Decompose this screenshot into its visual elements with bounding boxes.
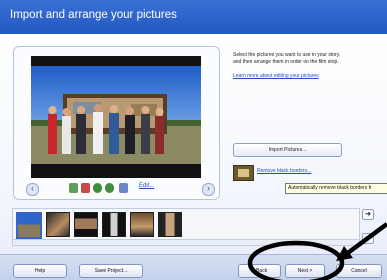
- filmstrip-thumbnail[interactable]: [130, 212, 154, 237]
- back-button[interactable]: < Back: [238, 264, 281, 278]
- picture-preview[interactable]: [31, 56, 201, 178]
- photo-story-wizard: Import and arrange your pictures ‹ Edit.…: [0, 0, 387, 280]
- cancel-button[interactable]: Cancel: [336, 264, 382, 278]
- group-photo-image: [31, 56, 201, 178]
- rotate-left-icon[interactable]: [69, 183, 78, 193]
- arrow-left-icon[interactable]: ←: [362, 233, 374, 244]
- edit-picture-icon[interactable]: [119, 183, 128, 193]
- filmstrip-scrollbar[interactable]: [12, 239, 360, 246]
- next-button[interactable]: Next >: [285, 264, 325, 278]
- help-button[interactable]: Help: [13, 264, 67, 278]
- rotate-clockwise-icon[interactable]: [105, 183, 114, 193]
- chevron-right-icon[interactable]: ›: [202, 183, 215, 196]
- page-title: Import and arrange your pictures: [10, 9, 177, 21]
- edit-link[interactable]: Edit...: [139, 183, 154, 189]
- tooltip: Automatically remove black borders fr: [285, 183, 387, 194]
- picture-frame-icon[interactable]: [233, 165, 254, 181]
- filmstrip-thumbnail[interactable]: [74, 212, 98, 237]
- red-eye-icon[interactable]: [81, 183, 90, 193]
- wizard-header: Import and arrange your pictures: [0, 0, 387, 34]
- filmstrip-thumbnail[interactable]: [16, 212, 42, 239]
- learn-more-link[interactable]: Learn more about editing your pictures: [233, 73, 319, 79]
- arrow-right-icon[interactable]: ➜: [362, 209, 374, 220]
- save-project-button[interactable]: Save Project...: [79, 264, 143, 278]
- filmstrip-thumbnail[interactable]: [46, 212, 70, 237]
- preview-toolbar: ‹ Edit... ›: [14, 181, 218, 197]
- filmstrip-thumbnail[interactable]: [158, 212, 182, 237]
- rotate-counterclockwise-icon[interactable]: [93, 183, 102, 193]
- instructions-line-2: and then arrange them in order on the fi…: [233, 59, 339, 65]
- film-strip[interactable]: [12, 208, 360, 241]
- import-pictures-button[interactable]: Import Pictures...: [233, 143, 342, 157]
- instructions-text: Select the pictures you want to use in y…: [233, 52, 383, 66]
- chevron-left-icon[interactable]: ‹: [26, 183, 39, 196]
- instructions-line-1: Select the pictures you want to use in y…: [233, 52, 341, 58]
- filmstrip-thumbnail[interactable]: [102, 212, 126, 237]
- remove-black-borders-link[interactable]: Remove black borders...: [257, 168, 311, 174]
